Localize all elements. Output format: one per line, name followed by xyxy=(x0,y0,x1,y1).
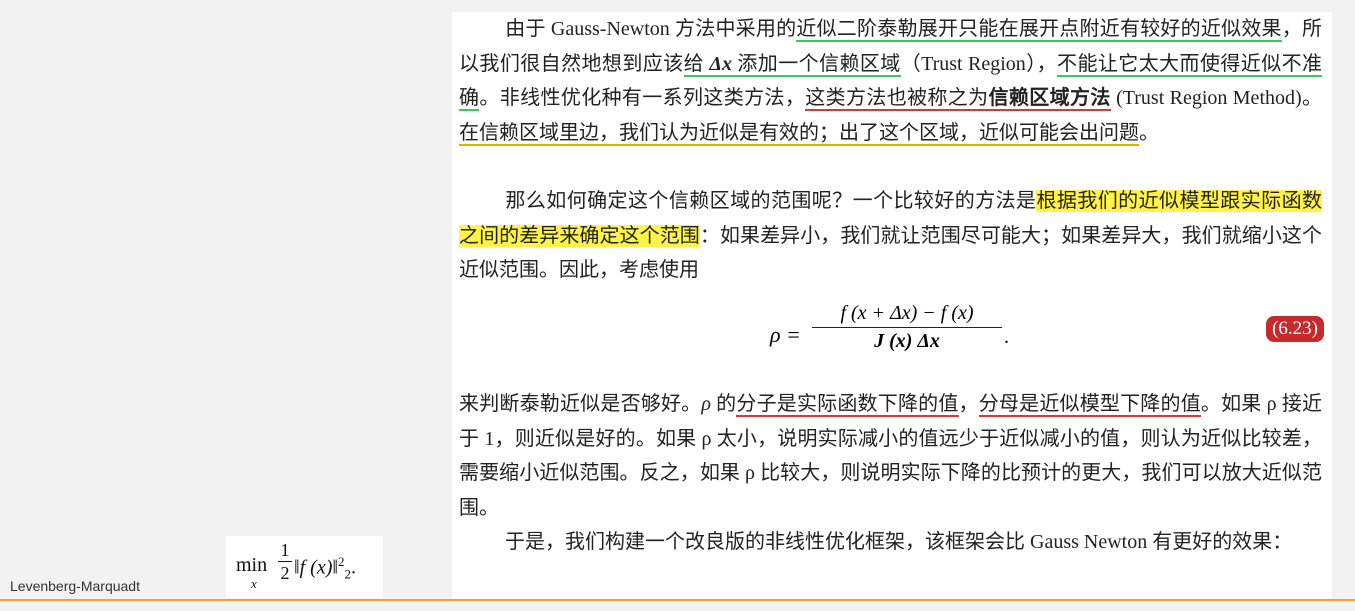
formula-min-subscript: x xyxy=(251,576,257,591)
accent-bottom-line xyxy=(0,599,1355,601)
annotation-underline-yellow[interactable]: 在信赖区域里边，我们认为近似是有效的；出了这个区域，近似可能会出问题 xyxy=(459,121,1139,146)
side-formula-snippet[interactable]: min x 1 2 ‖f (x)‖22. xyxy=(226,536,383,598)
half-denominator: 2 xyxy=(280,563,290,583)
text: 那么如何确定这个信赖区域的范围呢？一个比较好的方法是 xyxy=(505,190,1037,212)
equation-number-badge[interactable]: (6.23) xyxy=(1266,316,1324,342)
text: 这类方法也被称之为 xyxy=(805,87,989,109)
text: 添加一个信赖区域 xyxy=(731,52,901,75)
paragraph-trust-region-intro: 由于 Gauss-Newton 方法中采用的近似二阶泰勒展开只能在展开点附近有较… xyxy=(459,12,1323,150)
text: 于是，我们构建一个改良版的非线性优化框架，该框架会比 Gauss Newton … xyxy=(505,531,1293,553)
fraction-bar xyxy=(278,561,292,562)
paragraph-improved-framework: 于是，我们构建一个改良版的非线性优化框架，该框架会比 Gauss Newton … xyxy=(459,525,1322,560)
formula-norm: ‖f (x)‖22. xyxy=(294,554,356,583)
equation-lhs: ρ = xyxy=(770,322,801,347)
half-numerator: 1 xyxy=(280,540,290,560)
text: 的 xyxy=(710,393,737,415)
document-page: 由于 Gauss-Newton 方法中采用的近似二阶泰勒展开只能在展开点附近有较… xyxy=(452,12,1332,599)
formula-trail: . xyxy=(350,556,356,579)
text: ， xyxy=(958,393,979,415)
annotation-underline-green[interactable]: 近似二阶泰勒展开只能在展开点附近有较好的近似效果 xyxy=(796,18,1282,42)
annotation-underline-red[interactable]: 分子是实际函数下降的值 xyxy=(736,393,959,417)
math-delta-x: Δx xyxy=(709,52,732,75)
text: 来判断泰勒近似是否够好。 xyxy=(459,393,702,415)
annotation-underline-red[interactable]: 这类方法也被称之为信赖区域方法 xyxy=(805,87,1111,111)
side-label-levenberg-marquadt[interactable]: Levenberg-Marquadt xyxy=(10,578,140,594)
annotation-underline-red[interactable]: 分母是近似模型下降的值 xyxy=(978,393,1201,417)
equation-6-23: ρ = f (x + Δx) − f (x) J (x) Δx . (6.23) xyxy=(452,302,1332,372)
math-rho: ρ xyxy=(701,393,711,415)
text: 。 xyxy=(1139,121,1159,144)
text: (Trust Region Method)。 xyxy=(1110,87,1323,109)
formula-half: 1 2 xyxy=(278,540,292,583)
equation-numerator: f (x + Δx) − f (x) xyxy=(840,302,974,324)
text: 给 xyxy=(683,52,710,75)
term-trust-region-method: 信赖区域方法 xyxy=(988,87,1111,109)
equation-trail: . xyxy=(1004,326,1009,348)
annotation-underline-green[interactable]: 给 Δx 添加一个信赖区域 xyxy=(683,52,901,77)
paragraph-range-determination: 那么如何确定这个信赖区域的范围呢？一个比较好的方法是根据我们的近似模型跟实际函数… xyxy=(459,184,1323,288)
text: 。非线性优化种有一系列这类方法， xyxy=(479,87,806,109)
text: （Trust Region）， xyxy=(900,52,1058,75)
equation-fraction: f (x + Δx) − f (x) J (x) Δx xyxy=(812,302,1002,353)
text: 由于 Gauss-Newton 方法中采用的 xyxy=(505,18,797,40)
norm-expression: ‖f (x)‖ xyxy=(294,556,338,579)
paragraph-rho-explanation: 来判断泰勒近似是否够好。ρ 的分子是实际函数下降的值，分母是近似模型下降的值。如… xyxy=(459,387,1322,525)
formula-min: min xyxy=(236,554,268,576)
equation-denominator: J (x) Δx xyxy=(874,330,940,352)
